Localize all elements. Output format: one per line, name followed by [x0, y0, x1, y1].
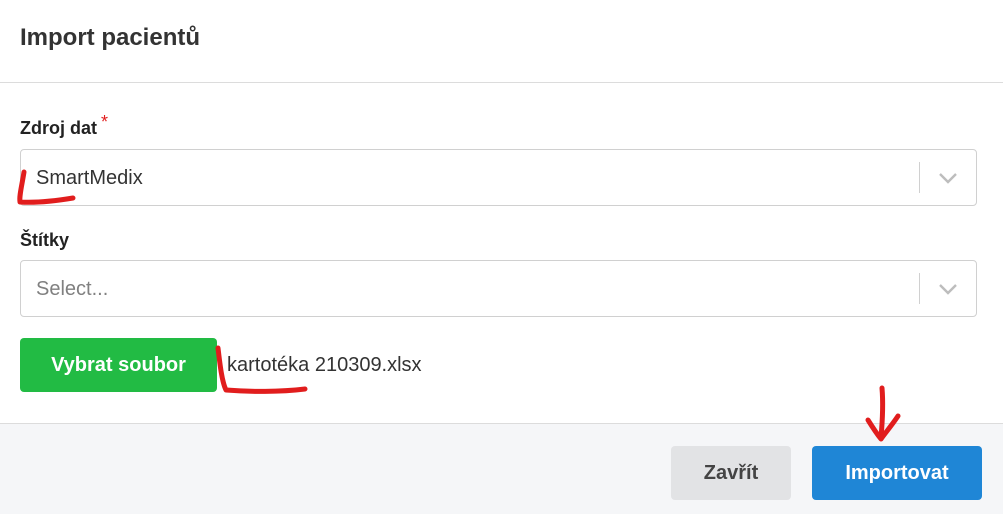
modal-header: Import pacientů: [0, 0, 1003, 83]
required-asterisk: *: [101, 112, 109, 132]
source-label-text: Zdroj dat: [20, 118, 97, 138]
tags-select-placeholder: Select...: [36, 278, 109, 300]
select-separator: [919, 162, 920, 193]
import-button[interactable]: Importovat: [812, 446, 982, 500]
close-button[interactable]: Zavřít: [671, 446, 791, 500]
choose-file-button[interactable]: Vybrat soubor: [20, 338, 217, 392]
modal-title: Import pacientů: [20, 24, 201, 51]
modal-footer: Zavřít Importovat: [0, 423, 1003, 514]
source-select[interactable]: SmartMedix: [20, 149, 977, 206]
import-patients-modal: Import pacientů Zdroj dat * SmartMedix Št…: [0, 0, 1003, 514]
source-label: Zdroj dat *: [20, 112, 108, 139]
chevron-down-icon[interactable]: [938, 169, 958, 187]
source-select-value: SmartMedix: [36, 167, 143, 189]
tags-select[interactable]: Select...: [20, 260, 977, 317]
modal-body: Zdroj dat * SmartMedix Štítky Select... V…: [0, 84, 1003, 423]
chevron-down-icon[interactable]: [938, 280, 958, 298]
selected-file-name: kartotéka 210309.xlsx: [227, 354, 422, 376]
tags-label: Štítky: [20, 230, 70, 250]
select-separator: [919, 273, 920, 304]
